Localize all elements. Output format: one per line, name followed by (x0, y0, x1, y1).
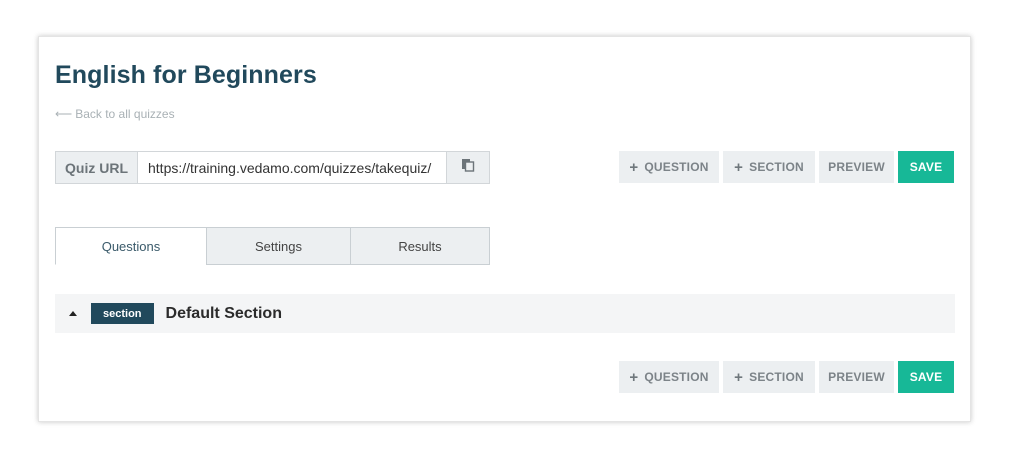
quiz-url-input[interactable] (137, 151, 447, 184)
section-header-row: section Default Section (55, 294, 955, 333)
back-link-label: Back to all quizzes (75, 107, 175, 121)
caret-up-icon[interactable] (69, 311, 77, 316)
add-section-label: Section (749, 370, 804, 384)
page-title: English for Beginners (55, 61, 317, 89)
plus-icon: + (629, 368, 639, 386)
add-section-label: Section (749, 160, 804, 174)
arrow-left-icon: ⟵ (55, 107, 73, 121)
back-to-quizzes-link[interactable]: ⟵ Back to all quizzes (55, 107, 175, 121)
save-button[interactable]: Save (898, 151, 954, 183)
copy-url-button[interactable] (447, 151, 490, 184)
tab-settings[interactable]: Settings (206, 227, 351, 265)
plus-icon: + (734, 158, 744, 176)
copy-icon (461, 158, 475, 177)
save-button-bottom[interactable]: Save (898, 361, 954, 393)
add-section-button-bottom[interactable]: + Section (723, 361, 815, 393)
section-badge: section (91, 303, 154, 324)
quiz-url-label: Quiz URL (55, 151, 137, 184)
quiz-tabs: Questions Settings Results (55, 227, 490, 265)
quiz-editor-card: English for Beginners ⟵ Back to all quiz… (38, 36, 971, 422)
bottom-toolbar: + Question + Section Preview Save (619, 361, 954, 394)
tab-questions[interactable]: Questions (55, 227, 207, 265)
add-question-button[interactable]: + Question (619, 151, 719, 183)
top-toolbar: + Question + Section Preview Save (619, 151, 954, 184)
preview-button-bottom[interactable]: Preview (819, 361, 894, 393)
add-section-button[interactable]: + Section (723, 151, 815, 183)
section-title: Default Section (165, 304, 282, 322)
add-question-label: Question (644, 370, 709, 384)
add-question-label: Question (644, 160, 709, 174)
plus-icon: + (629, 158, 639, 176)
quiz-url-group: Quiz URL (55, 151, 490, 184)
preview-button[interactable]: Preview (819, 151, 894, 183)
add-question-button-bottom[interactable]: + Question (619, 361, 719, 393)
tab-results[interactable]: Results (350, 227, 490, 265)
plus-icon: + (734, 368, 744, 386)
